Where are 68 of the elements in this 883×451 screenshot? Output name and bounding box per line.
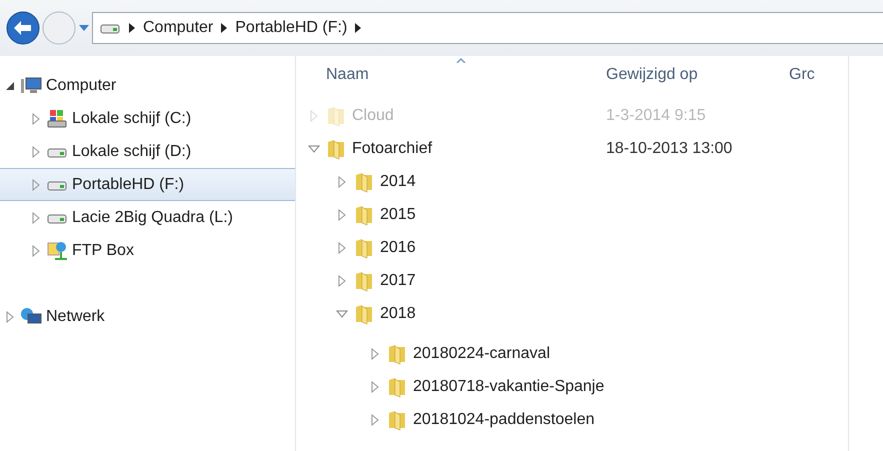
chevron-icon[interactable]: [355, 23, 362, 33]
file-row[interactable]: 2018: [296, 297, 848, 330]
expand-arrow-icon[interactable]: [30, 112, 42, 124]
nav-item[interactable]: PortableHD (F:): [0, 168, 295, 201]
breadcrumb[interactable]: PortableHD (F:): [235, 16, 348, 40]
modified-date: 1-3-2014 9:15: [606, 106, 706, 126]
expand-arrow-icon[interactable]: [30, 146, 42, 158]
file-name: 2014: [380, 172, 416, 192]
nav-item[interactable]: Netwerk: [0, 300, 295, 333]
network-place-icon: [46, 240, 68, 260]
column-header[interactable]: Naam: [296, 63, 606, 87]
file-name: 2018: [380, 304, 416, 324]
expand-arrow-icon[interactable]: [30, 244, 42, 256]
nav-item[interactable]: FTP Box: [0, 234, 295, 267]
nav-item[interactable]: Lokale schijf (C:): [0, 102, 295, 135]
sort-icon: [456, 58, 466, 63]
folder-icon: [354, 170, 374, 192]
file-row[interactable]: 2017: [296, 264, 848, 297]
column-header[interactable]: Gewijzigd op: [606, 63, 789, 87]
expand-arrow-icon[interactable]: [336, 242, 348, 254]
system-drive-icon: [46, 108, 68, 128]
expand-arrow-icon[interactable]: [30, 212, 42, 224]
expand-arrow-icon[interactable]: [30, 178, 42, 190]
file-name: 20180224-carnaval: [413, 344, 550, 364]
nav-item[interactable]: Computer: [0, 69, 295, 102]
folder-icon: [387, 342, 407, 364]
expand-arrow-icon[interactable]: [369, 348, 381, 360]
computer-icon: [20, 76, 42, 96]
chevron-icon[interactable]: [129, 23, 135, 33]
chevron-icon[interactable]: [221, 23, 228, 33]
file-row[interactable]: 20180224-carnaval: [296, 337, 848, 370]
modified-date: 18-10-2013 13:00: [606, 138, 732, 158]
expand-arrow-icon[interactable]: [4, 310, 16, 322]
file-row[interactable]: 2015: [296, 198, 848, 231]
expand-arrow-icon[interactable]: [336, 274, 348, 286]
expand-arrow-icon[interactable]: [369, 414, 381, 426]
file-row[interactable]: 20181024-paddenstoelen: [296, 403, 848, 436]
network-icon: [20, 306, 42, 326]
folder-icon: [354, 270, 374, 292]
expand-arrow-icon[interactable]: [336, 176, 348, 188]
folder-icon: [354, 302, 374, 324]
column-header[interactable]: Grc: [789, 63, 817, 87]
file-name: 20181024-paddenstoelen: [413, 410, 594, 430]
file-name: 2015: [380, 204, 416, 224]
nav-item[interactable]: Lacie 2Big Quadra (L:): [0, 201, 295, 234]
folder-icon: [326, 138, 346, 160]
folder-icon: [354, 236, 374, 258]
file-name: 2016: [380, 238, 416, 258]
back-icon[interactable]: [6, 11, 40, 45]
file-row[interactable]: 2016: [296, 231, 848, 264]
file-name: 2017: [380, 270, 416, 290]
nav-item[interactable]: Lokale schijf (D:): [0, 135, 295, 168]
expand-arrow-icon[interactable]: [336, 208, 348, 220]
folder-icon: [387, 376, 407, 398]
file-row[interactable]: 20180718-vakantie-Spanje: [296, 370, 848, 403]
file-name: Cloud: [352, 106, 394, 126]
dropdown-icon[interactable]: [78, 23, 90, 33]
folder-icon: [326, 104, 346, 126]
address-bar[interactable]: Computer PortableHD (F:): [92, 12, 883, 44]
file-row[interactable]: Fotoarchief 18-10-2013 13:00: [296, 132, 848, 165]
file-name: Fotoarchief: [352, 138, 432, 158]
collapse-arrow-icon[interactable]: [4, 80, 16, 92]
folder-icon: [354, 204, 374, 226]
file-row[interactable]: 2014: [296, 165, 848, 198]
expand-arrow-icon[interactable]: [369, 380, 381, 392]
file-name: 20180718-vakantie-Spanje: [413, 376, 604, 396]
folder-icon: [387, 408, 407, 430]
breadcrumb[interactable]: Computer: [143, 16, 214, 40]
